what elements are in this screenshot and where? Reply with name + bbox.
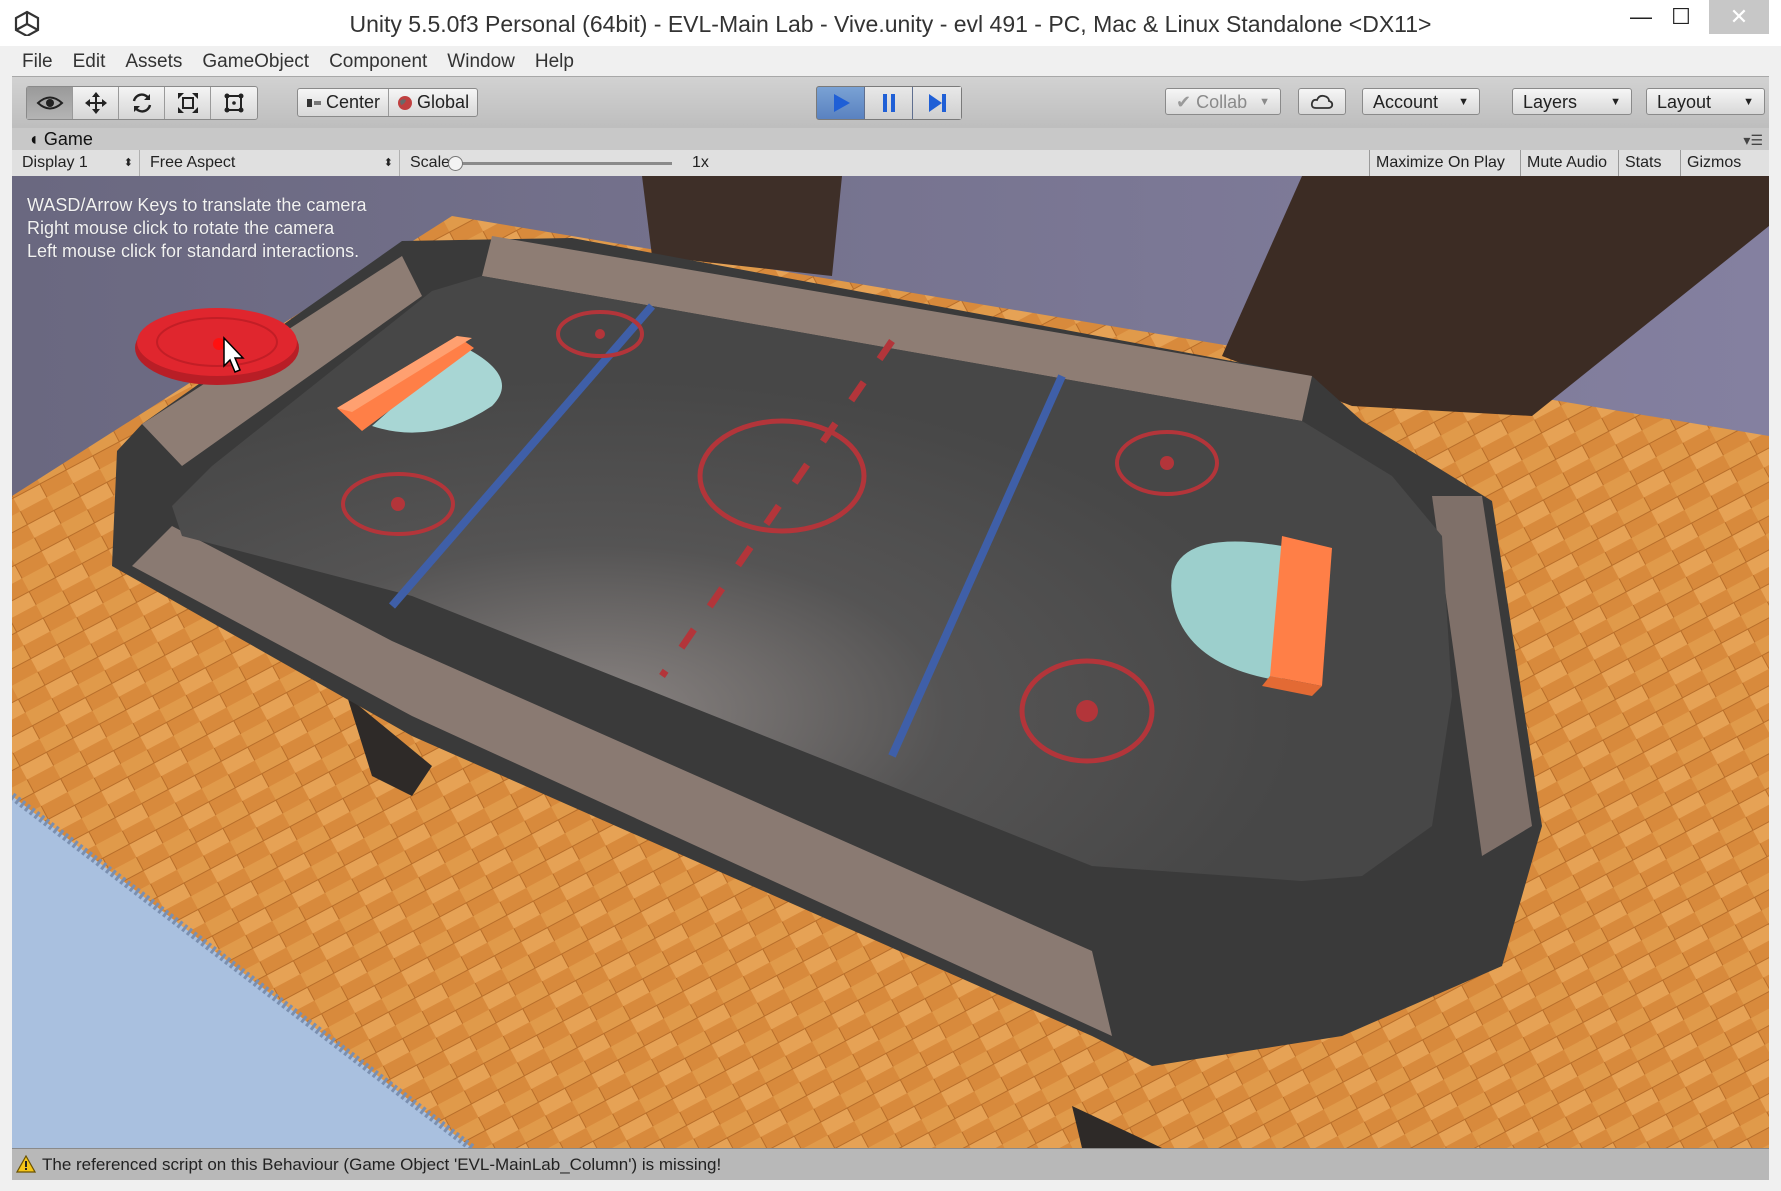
pivot-space-toggle[interactable]: Global	[389, 89, 477, 116]
faceoff-dot	[1160, 456, 1174, 470]
collab-label: Collab	[1196, 92, 1247, 112]
pivot-mode-label: Center	[326, 92, 380, 113]
main-toolbar: Center Global ✔ Collab ▼	[12, 76, 1769, 129]
layers-label: Layers	[1523, 92, 1577, 112]
game-tab-bar: ◖ Game ▾☰	[12, 128, 1769, 150]
display-dropdown[interactable]: Display 1 ⬍	[12, 150, 140, 176]
cloud-icon	[1310, 94, 1334, 110]
pacman-game-icon: ◖	[28, 129, 39, 149]
close-button[interactable]: ✕	[1709, 0, 1769, 34]
tab-game[interactable]: ◖ Game	[28, 128, 93, 151]
hint-line: WASD/Arrow Keys to translate the camera	[27, 194, 366, 217]
pivot-mode-toggle[interactable]: Center	[298, 89, 389, 116]
pivot-toggles: Center Global	[297, 88, 478, 117]
scale-tool-button[interactable]	[165, 87, 211, 119]
game-view-toolbar: Display 1 ⬍ Free Aspect ⬍ Scale 1x Maxim…	[12, 150, 1769, 177]
cloud-services-button[interactable]	[1298, 88, 1346, 115]
faceoff-dot	[595, 329, 605, 339]
hint-line: Left mouse click for standard interactio…	[27, 240, 366, 263]
menu-edit[interactable]: Edit	[63, 46, 116, 77]
play-icon	[830, 92, 852, 114]
menu-bar: FileEditAssetsGameObjectComponentWindowH…	[12, 46, 1769, 76]
menu-file[interactable]: File	[12, 46, 63, 77]
chevron-down-icon: ▼	[1458, 89, 1469, 116]
chevron-down-icon: ▼	[1610, 89, 1621, 116]
display-label: Display 1	[22, 154, 88, 171]
globe-icon	[397, 95, 413, 111]
maximize-on-play-toggle[interactable]: Maximize On Play	[1369, 150, 1511, 176]
status-message: The referenced script on this Behaviour …	[42, 1149, 721, 1180]
pause-icon	[878, 92, 900, 114]
aspect-dropdown[interactable]: Free Aspect ⬍	[140, 150, 400, 176]
gizmos-label: Gizmos	[1687, 154, 1741, 171]
pause-button[interactable]	[865, 87, 913, 119]
console-status-bar[interactable]: The referenced script on this Behaviour …	[12, 1148, 1769, 1180]
gizmos-dropdown[interactable]: Gizmos ▼	[1680, 150, 1769, 176]
layers-dropdown[interactable]: Layers ▼	[1512, 88, 1632, 115]
menu-assets[interactable]: Assets	[115, 46, 192, 77]
rect-tool-button[interactable]	[211, 87, 257, 119]
updown-arrows-icon: ⬍	[124, 150, 133, 176]
step-icon	[926, 92, 948, 114]
layout-dropdown[interactable]: Layout ▼	[1646, 88, 1765, 115]
panel-menu-icon[interactable]: ▾☰	[1743, 132, 1763, 149]
move-tool-button[interactable]	[73, 87, 119, 119]
hint-line: Right mouse click to rotate the camera	[27, 217, 366, 240]
faceoff-dot	[1076, 700, 1098, 722]
eye-icon	[36, 94, 64, 112]
menu-window[interactable]: Window	[437, 46, 525, 77]
scale-value: 1x	[692, 150, 709, 176]
maximize-button[interactable]: ☐	[1656, 0, 1706, 34]
collab-dropdown[interactable]: ✔ Collab ▼	[1165, 88, 1281, 115]
menu-component[interactable]: Component	[319, 46, 437, 77]
rotate-icon	[130, 91, 154, 115]
aspect-label: Free Aspect	[150, 154, 235, 171]
scale-slider-handle[interactable]	[448, 156, 463, 171]
playback-controls	[816, 86, 962, 120]
transform-tools	[26, 86, 258, 120]
rect-transform-icon	[222, 91, 246, 115]
updown-arrows-icon: ⬍	[384, 150, 393, 176]
faceoff-dot	[391, 497, 405, 511]
step-button[interactable]	[913, 87, 961, 119]
chevron-down-icon: ▼	[1743, 89, 1754, 116]
chevron-down-icon: ▼	[1259, 89, 1270, 116]
warning-icon	[16, 1155, 36, 1173]
rotate-tool-button[interactable]	[119, 87, 165, 119]
scale-label: Scale	[410, 154, 450, 171]
tab-game-label: Game	[44, 129, 93, 149]
move-arrows-icon	[84, 91, 108, 115]
controls-hint: WASD/Arrow Keys to translate the camera …	[27, 194, 366, 263]
menu-help[interactable]: Help	[525, 46, 584, 77]
mute-audio-toggle[interactable]: Mute Audio	[1520, 150, 1613, 176]
window-title: Unity 5.5.0f3 Personal (64bit) - EVL-Mai…	[0, 0, 1781, 46]
title-bar: Unity 5.5.0f3 Personal (64bit) - EVL-Mai…	[0, 0, 1781, 46]
scene-render	[12, 176, 1769, 1148]
menu-gameobject[interactable]: GameObject	[192, 46, 319, 77]
play-button[interactable]	[817, 87, 865, 119]
game-viewport[interactable]: WASD/Arrow Keys to translate the camera …	[12, 176, 1769, 1148]
pivot-space-label: Global	[417, 92, 469, 113]
scale-control: Scale 1x	[400, 150, 700, 176]
view-tool-button[interactable]	[27, 87, 73, 119]
scale-slider-track[interactable]	[456, 162, 672, 165]
account-label: Account	[1373, 92, 1438, 112]
puck-center-dot	[213, 338, 225, 350]
pivot-center-icon	[306, 96, 322, 110]
layout-label: Layout	[1657, 92, 1711, 112]
account-dropdown[interactable]: Account ▼	[1362, 88, 1480, 115]
check-icon: ✔	[1176, 92, 1191, 112]
stats-toggle[interactable]: Stats	[1618, 150, 1667, 176]
scale-icon	[176, 91, 200, 115]
